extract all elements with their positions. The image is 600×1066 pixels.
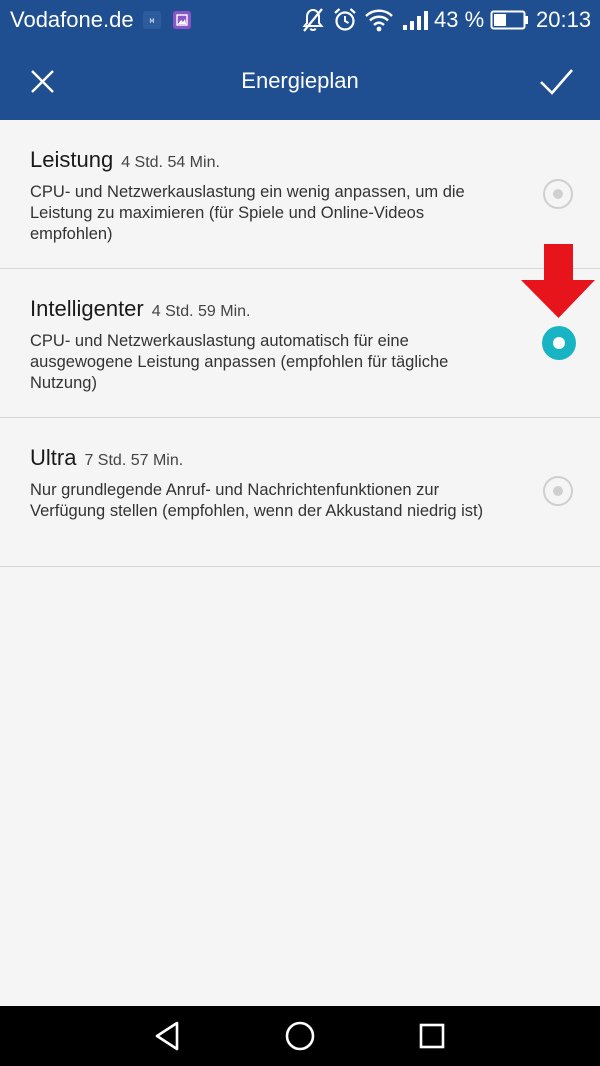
plan-header: Ultra 7 Std. 57 Min. <box>30 445 183 471</box>
gallery-icon <box>173 11 191 29</box>
plan-radio-button[interactable] <box>542 326 576 360</box>
plan-header: Intelligenter 4 Std. 59 Min. <box>30 296 250 322</box>
plan-radio-button[interactable] <box>543 179 573 209</box>
battery-icon <box>490 10 528 30</box>
radio-dot <box>553 486 563 496</box>
plan-name: Leistung <box>30 147 114 172</box>
home-icon <box>285 1021 315 1051</box>
battery-percentage: 43 % <box>434 7 485 32</box>
back-button[interactable] <box>150 1018 186 1054</box>
wifi-icon <box>365 9 393 32</box>
plan-radio-button[interactable] <box>543 476 573 506</box>
radio-dot <box>553 337 565 349</box>
plan-remaining-time: 7 Std. 57 Min. <box>84 452 184 469</box>
recent-apps-button[interactable] <box>414 1018 450 1054</box>
home-button[interactable] <box>282 1018 318 1054</box>
page-title: Energieplan <box>241 68 359 93</box>
plan-header: Leistung 4 Std. 54 Min. <box>30 147 220 173</box>
annotation-arrow-icon <box>521 244 595 318</box>
silent-icon <box>302 8 324 32</box>
plan-remaining-time: 4 Std. 54 Min. <box>121 154 220 171</box>
check-icon <box>540 69 573 95</box>
plan-description: Nur grundlegende Anruf- und Nachrichtenf… <box>30 481 484 520</box>
app-bar: Energieplan <box>0 40 600 120</box>
plan-option-ultra[interactable]: Ultra 7 Std. 57 Min. Nur grundlegende Anr… <box>0 418 600 567</box>
confirm-button[interactable] <box>534 60 578 104</box>
navigation-bar <box>0 1006 600 1066</box>
plan-description: CPU- und Netzwerkauslastung automatisch … <box>30 332 449 392</box>
back-icon <box>155 1021 179 1051</box>
plan-remaining-time: 4 Std. 59 Min. <box>151 303 251 320</box>
svg-text:M: M <box>149 18 154 25</box>
alarm-icon <box>334 8 356 31</box>
plan-name: Intelligenter <box>30 296 144 321</box>
signal-icon <box>403 11 428 30</box>
recent-apps-icon <box>419 1023 445 1049</box>
radio-dot <box>553 189 563 199</box>
plan-description: CPU- und Netzwerkauslastung ein wenig an… <box>30 183 465 243</box>
carrier-name: Vodafone.de <box>10 7 134 32</box>
plan-option-leistung[interactable]: Leistung 4 Std. 54 Min. CPU- und Netzwerk… <box>0 120 600 269</box>
status-bar: Vodafone.de M 43 % 20:13 <box>0 0 600 40</box>
plan-name: Ultra <box>30 445 77 470</box>
clock: 20:13 <box>536 7 592 32</box>
message-icon: M <box>143 11 161 29</box>
plan-option-intelligenter[interactable]: Intelligenter 4 Std. 59 Min. CPU- und Net… <box>0 269 600 418</box>
